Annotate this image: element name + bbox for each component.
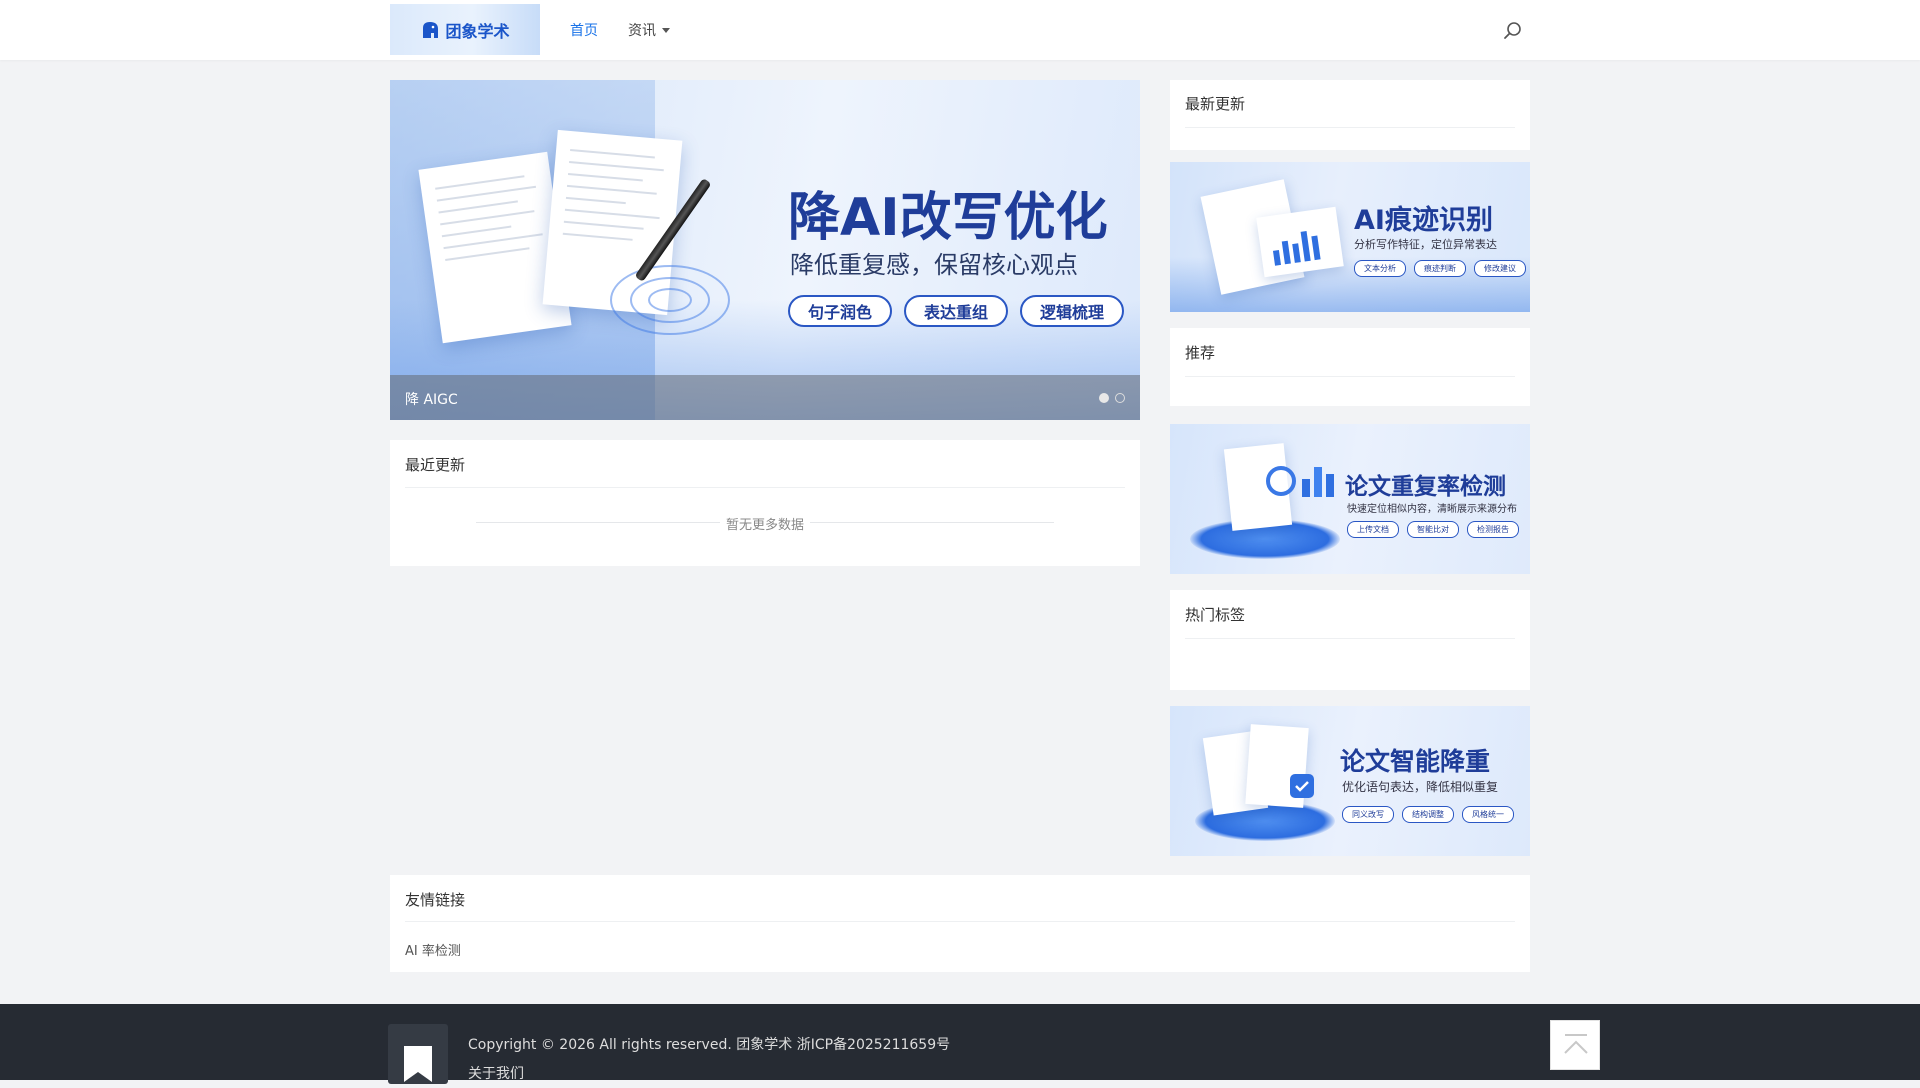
- nav-home[interactable]: 首页: [570, 20, 598, 40]
- banner-pill: 句子润色: [788, 295, 893, 327]
- ad-tag-group: 上传文档 智能比对 检测报告: [1347, 521, 1527, 538]
- chart-card-illustration: [1256, 206, 1344, 278]
- magnifier-icon: [1266, 466, 1296, 496]
- recent-updates-card: 最近更新 暂无更多数据: [390, 440, 1140, 566]
- main-nav: 首页 资讯: [570, 0, 700, 60]
- ad-subtitle: 快速定位相似内容，清晰展示来源分布: [1347, 504, 1517, 515]
- latest-updates-title: 最新更新: [1185, 95, 1246, 113]
- friend-links-card: 友情链接 AI 率检测: [390, 875, 1530, 972]
- ad-smart-rewrite[interactable]: 论文智能降重 优化语句表达，降低相似重复 同义改写 结构调整 风格统一: [1170, 706, 1530, 856]
- site-header: 团象学术 首页 资讯: [0, 0, 1920, 60]
- logo-text: 团象学术: [445, 21, 510, 41]
- nav-news-label: 资讯: [628, 23, 656, 39]
- hot-tags-title: 热门标签: [1185, 606, 1246, 624]
- site-footer: Copyright © 2026 All rights reserved. 团象…: [0, 1004, 1920, 1084]
- ad-plagiarism-check[interactable]: 论文重复率检测 快速定位相似内容，清晰展示来源分布 上传文档 智能比对 检测报告: [1170, 424, 1530, 574]
- elephant-logo-icon: [423, 21, 439, 38]
- back-to-top-button[interactable]: [1550, 1020, 1600, 1070]
- bookmark-icon: [404, 1046, 432, 1082]
- recommend-title: 推荐: [1185, 344, 1216, 362]
- footer-logo: [388, 1024, 448, 1084]
- banner-title: 降AI改写优化: [788, 188, 1108, 248]
- carousel-caption[interactable]: 降 AIGC: [405, 389, 458, 409]
- divider: [405, 487, 1125, 488]
- bar-chart-icon: [1272, 230, 1321, 266]
- recommend-card: 推荐: [1170, 328, 1530, 406]
- ad-tag: 风格统一: [1462, 806, 1514, 823]
- bar-chart-icon: [1302, 467, 1334, 497]
- divider: [1185, 638, 1515, 639]
- friend-links-title: 友情链接: [405, 891, 466, 909]
- ad-ai-trace-detection[interactable]: AI痕迹识别 分析写作特征，定位异常表达 文本分析 痕迹判断 修改建议: [1170, 162, 1530, 312]
- ad-tag: 文本分析: [1354, 260, 1406, 277]
- carousel-caption-bar: 降 AIGC: [390, 375, 1140, 420]
- divider: [1185, 127, 1515, 128]
- nav-home-label: 首页: [570, 23, 598, 39]
- site-logo[interactable]: 团象学术: [390, 4, 540, 55]
- carousel-dots: [1093, 393, 1125, 403]
- ad-subtitle: 优化语句表达，降低相似重复: [1342, 780, 1499, 794]
- caret-down-icon: [662, 27, 670, 33]
- hot-tags-card: 热门标签: [1170, 590, 1530, 690]
- header-inner: 团象学术 首页 资讯: [390, 0, 1530, 60]
- arrow-up-icon: [1564, 1034, 1588, 1054]
- ad-tag: 同义改写: [1342, 806, 1394, 823]
- banner-pill: 逻辑梳理: [1020, 295, 1125, 327]
- footer-copyright: Copyright © 2026 All rights reserved. 团象…: [468, 1037, 951, 1053]
- ad-title: 论文重复率检测: [1345, 474, 1506, 500]
- ripple-illustration: [648, 288, 692, 312]
- divider: [405, 921, 1515, 922]
- check-badge-icon: [1290, 774, 1314, 798]
- divider: [1185, 376, 1515, 377]
- hero-carousel[interactable]: 降AI改写优化 降低重复感，保留核心观点 句子润色 表达重组 逻辑梳理 降 AI…: [390, 80, 1140, 420]
- empty-state: 暂无更多数据: [390, 514, 1140, 533]
- banner-pill: 表达重组: [904, 295, 1009, 327]
- ad-tag: 上传文档: [1347, 521, 1399, 538]
- ad-title: AI痕迹识别: [1354, 205, 1493, 236]
- carousel-dot-2[interactable]: [1115, 393, 1125, 403]
- ad-subtitle: 分析写作特征，定位异常表达: [1354, 238, 1497, 251]
- carousel-dot-1[interactable]: [1099, 393, 1109, 403]
- ad-tag: 检测报告: [1467, 521, 1519, 538]
- search-icon[interactable]: [1502, 20, 1524, 42]
- empty-state-text: 暂无更多数据: [719, 518, 810, 533]
- banner-pill-group: 句子润色 表达重组 逻辑梳理: [788, 295, 1136, 327]
- ad-tag: 结构调整: [1402, 806, 1454, 823]
- ad-tag: 修改建议: [1474, 260, 1526, 277]
- ad-title: 论文智能降重: [1340, 747, 1491, 776]
- friend-link-item[interactable]: AI 率检测: [405, 940, 461, 959]
- footer-about-link[interactable]: 关于我们: [468, 1063, 524, 1083]
- ad-tag-group: 文本分析 痕迹判断 修改建议: [1354, 260, 1530, 277]
- ad-tag: 智能比对: [1407, 521, 1459, 538]
- ad-tag-group: 同义改写 结构调整 风格统一: [1342, 806, 1522, 823]
- ad-tag: 痕迹判断: [1414, 260, 1466, 277]
- recent-updates-title: 最近更新: [405, 456, 466, 474]
- nav-news[interactable]: 资讯: [628, 20, 670, 40]
- banner-subtitle: 降低重复感，保留核心观点: [790, 251, 1078, 279]
- latest-updates-card: 最新更新: [1170, 80, 1530, 150]
